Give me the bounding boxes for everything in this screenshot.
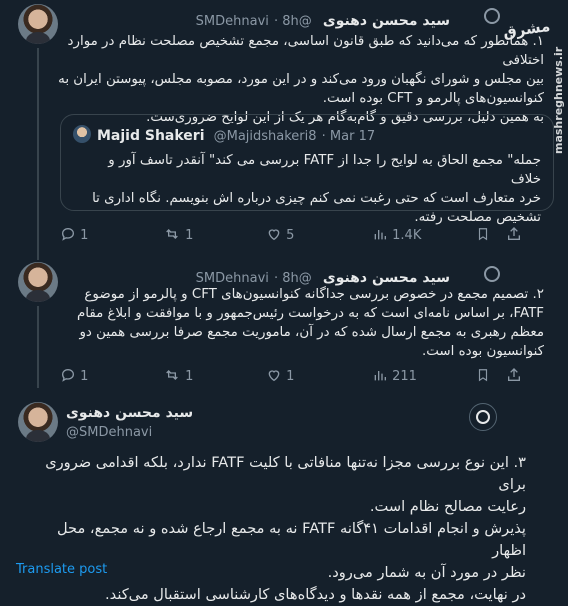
grok-icon[interactable]: [484, 266, 500, 282]
tweet-text: ۱. همانطور که می‌دانید که طبق قانون اساس…: [54, 32, 544, 127]
repost-icon: [166, 370, 178, 380]
bookmark-icon: [478, 228, 488, 241]
text-line: معظم رهبری به مجمع ارسال شده که در آن، م…: [79, 325, 544, 340]
reply-count: 1: [80, 228, 89, 243]
heart-icon: [268, 370, 280, 382]
bookmark-button[interactable]: [476, 367, 490, 387]
author-name[interactable]: سید محسن دهنوی: [323, 13, 450, 29]
views-icon: [374, 371, 386, 381]
like-count: 5: [286, 228, 295, 243]
views-button[interactable]: 211: [372, 367, 417, 384]
author-name[interactable]: سید محسن دهنوی: [323, 270, 450, 286]
bookmark-icon: [478, 369, 488, 382]
share-button[interactable]: [506, 367, 522, 387]
tweet-text: ۲. تصمیم مجمع در خصوص بررسی جداگانه کنوا…: [54, 285, 544, 361]
like-button[interactable]: 1: [266, 367, 294, 384]
share-icon: [508, 227, 520, 240]
repost-count: 1: [185, 369, 194, 384]
reply-button[interactable]: 1: [60, 226, 88, 243]
heart-icon: [268, 229, 280, 241]
text-line: کنوانسیون بوده است.: [422, 344, 544, 359]
views-button[interactable]: 1.4K: [372, 226, 421, 243]
text-line: خرد متعارف است که حتی رغبت نمی کنم چیزی …: [92, 191, 541, 206]
repost-count: 1: [185, 228, 194, 243]
quoted-post[interactable]: Majid Shakeri @Majidshakeri8 · Mar 17 جم…: [60, 114, 554, 225]
text-line: ۱. همانطور که می‌دانید که طبق قانون اساس…: [67, 34, 544, 68]
reply-icon: [61, 227, 75, 241]
reply-count: 1: [80, 369, 89, 384]
tweet-header: سید محسن دهنوی @SMDehnavi · 8h: [90, 10, 450, 29]
thread-line: [37, 306, 39, 388]
quote-avatar: [73, 125, 91, 143]
text-line: تشخیص مصلحت رفته.: [414, 210, 541, 225]
post-time[interactable]: · 8h: [274, 271, 299, 286]
watermark-site: mashreghnews.ir: [552, 46, 565, 154]
repost-icon: [166, 229, 178, 239]
quote-time: · Mar 17: [321, 129, 376, 144]
quote-text: جمله" مجمع الحاق به لوایح را جدا از FATF…: [81, 151, 541, 227]
translate-post-link[interactable]: Translate post: [16, 562, 107, 577]
author-name[interactable]: سید محسن دهنوی: [66, 405, 193, 421]
avatar[interactable]: [18, 402, 58, 442]
repost-button[interactable]: 1: [163, 367, 193, 384]
share-button[interactable]: [506, 226, 522, 246]
quote-header: Majid Shakeri @Majidshakeri8 · Mar 17: [97, 125, 375, 144]
tweet-header: سید محسن دهنوی @SMDehnavi · 8h: [90, 267, 450, 286]
views-count: 1.4K: [392, 228, 422, 243]
views-icon: [374, 230, 386, 240]
avatar[interactable]: [18, 4, 58, 44]
share-icon: [508, 368, 520, 381]
reply-button[interactable]: 1: [60, 367, 88, 384]
text-line: ۳. این نوع بررسی مجزا نه‌تنها منافاتی با…: [45, 454, 526, 493]
author-handle[interactable]: @SMDehnavi: [66, 425, 193, 440]
repost-button[interactable]: 1: [163, 226, 193, 243]
thread-line: [37, 48, 39, 260]
text-line: پذیرش و انجام اقدامات ۴۱گانه FATF نه به …: [56, 520, 526, 559]
like-button[interactable]: 5: [266, 226, 294, 243]
post-time[interactable]: · 8h: [274, 14, 299, 29]
text-line: رعایت مصالح نظام است.: [369, 498, 526, 515]
quote-author-name: Majid Shakeri: [97, 128, 205, 144]
grok-icon[interactable]: [484, 8, 500, 24]
views-count: 211: [392, 369, 417, 384]
tweet-text: ۳. این نوع بررسی مجزا نه‌تنها منافاتی با…: [26, 452, 526, 606]
grok-icon[interactable]: [469, 403, 497, 431]
tweet-header: سید محسن دهنوی @SMDehnavi: [66, 405, 193, 440]
text-line: بین مجلس و شورای نگهبان ورود می‌کند و در…: [58, 72, 544, 87]
avatar[interactable]: [18, 262, 58, 302]
text-line: ۲. تصمیم مجمع در خصوص بررسی جداگانه کنوا…: [84, 287, 544, 302]
text-line: جمله" مجمع الحاق به لوایح را جدا از FATF…: [108, 153, 541, 187]
text-line: کنوانسیون‌های پالرمو و CFT بوده است.: [322, 91, 544, 106]
reply-icon: [61, 368, 75, 382]
text-line: FATF، بر اساس نامه‌ای است که به درخواست …: [76, 306, 544, 321]
like-count: 1: [286, 369, 295, 384]
text-line: در نهایت، مجمع از همه نقدها و دیدگاه‌های…: [105, 586, 526, 603]
quote-author-handle: @Majidshakeri8: [213, 129, 317, 144]
bookmark-button[interactable]: [476, 226, 490, 246]
